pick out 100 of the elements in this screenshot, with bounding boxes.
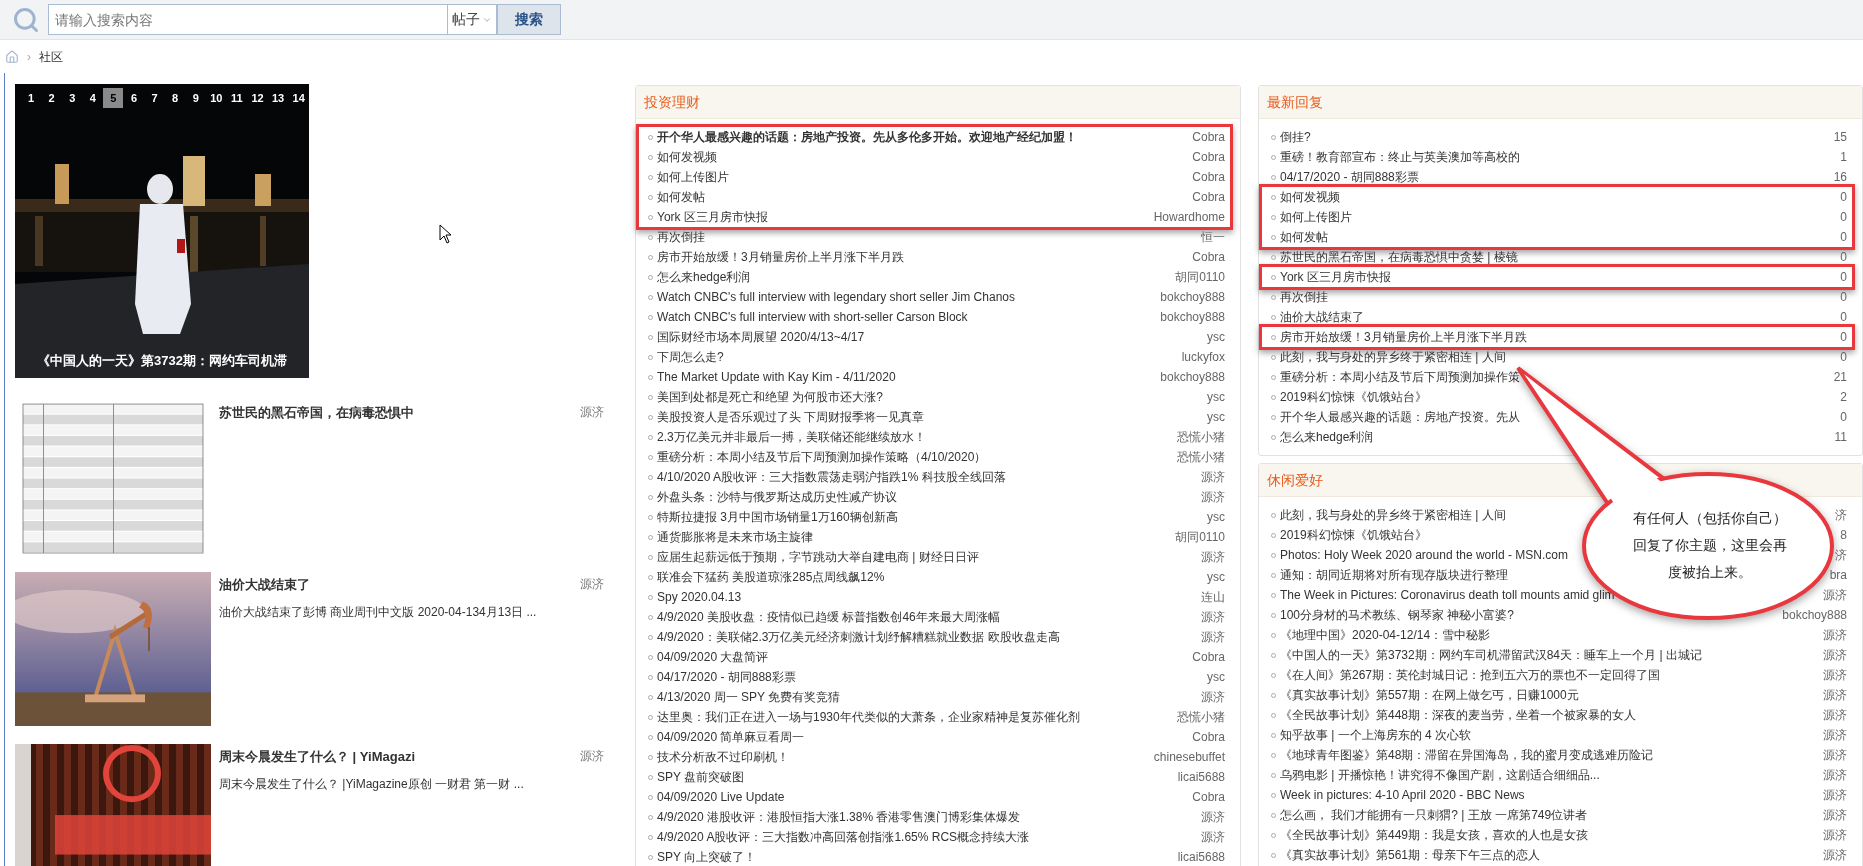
topic-link[interactable]: 2.3万亿美元并非最后一搏，美联储还能继续放水！ bbox=[657, 427, 926, 447]
topic-link[interactable]: 应届生起薪远低于预期，字节跳动大举自建电商 | 财经日日评 bbox=[657, 547, 979, 567]
topic-link[interactable]: 4/9/2020 A股收评：三大指数冲高回落创指涨1.65% RCS概念持续大涨 bbox=[657, 827, 1030, 847]
author-name[interactable]: 8 bbox=[1840, 525, 1847, 545]
topic-link[interactable]: 油价大战结束了 bbox=[1280, 307, 1364, 327]
author-name[interactable]: 源济 bbox=[1823, 685, 1847, 705]
topic-link[interactable]: 开个华人最感兴趣的话题：房地产投资。先从 bbox=[1280, 407, 1520, 427]
scope-dropdown[interactable]: 帖子 bbox=[448, 4, 497, 35]
topic-link[interactable]: 通知：胡同近期将对所有现存版块进行整理 bbox=[1280, 565, 1508, 585]
topic-link[interactable]: York 区三月房市快报 bbox=[1280, 267, 1391, 287]
topic-link[interactable]: 美股投资人是否乐观过了头 下周财报季将一见真章 bbox=[657, 407, 925, 427]
author-name[interactable]: 源济 bbox=[1201, 827, 1225, 847]
author-name[interactable]: Howardhome bbox=[1153, 207, 1225, 227]
topic-link[interactable]: 04/17/2020 - 胡同888彩票 bbox=[1280, 167, 1419, 187]
author-name[interactable]: Cobra bbox=[1192, 147, 1225, 167]
topic-link[interactable]: 4/13/2020 周一 SPY 免费有奖竞猜 bbox=[657, 687, 841, 707]
author-name[interactable]: bokchoy888 bbox=[1160, 287, 1225, 307]
author-name[interactable]: Cobra bbox=[1192, 727, 1225, 747]
search-field[interactable]: 请输入搜索内容 bbox=[48, 4, 448, 35]
author-name[interactable]: 恐慌小猪 bbox=[1177, 707, 1225, 727]
author-name[interactable]: Cobra bbox=[1192, 187, 1225, 207]
slide-page-tab[interactable]: 11 bbox=[226, 88, 247, 108]
author-name[interactable]: bokchoy888 bbox=[1160, 307, 1225, 327]
search-button[interactable]: 搜索 bbox=[497, 4, 561, 35]
topic-link[interactable]: 倒挂? bbox=[1280, 127, 1311, 147]
slide-page-tab[interactable]: 10 bbox=[206, 88, 227, 108]
topic-link[interactable]: 怎么画， 我们才能拥有一只刺猬? | 王放 一席第749位讲者 bbox=[1280, 805, 1588, 825]
topic-link[interactable]: 再次倒挂 bbox=[657, 227, 705, 247]
slide-page-tab[interactable]: 3 bbox=[62, 88, 83, 108]
author-name[interactable]: chinesebuffet bbox=[1153, 747, 1225, 767]
breadcrumb-link[interactable]: 社区 bbox=[39, 47, 63, 66]
author-name[interactable]: bra bbox=[1829, 565, 1847, 585]
topic-link[interactable]: 《全民故事计划》第449期：我是女孩，喜欢的人也是女孩 bbox=[1280, 825, 1589, 845]
topic-link[interactable]: 《中国人的一天》第3732期：网约车司机滞留武汉84天：睡车上一个月 | 出城记 bbox=[1280, 645, 1702, 665]
author-name[interactable]: 源济 bbox=[1823, 825, 1847, 845]
slide-page-tab[interactable]: 12 bbox=[247, 88, 268, 108]
topic-link[interactable]: 特斯拉捷报 3月中国市场销量1万160辆创新高 bbox=[657, 507, 898, 527]
topic-link[interactable]: 技术分析敌不过印刷机！ bbox=[657, 747, 789, 767]
topic-link[interactable]: 04/09/2020 Live Update bbox=[657, 787, 785, 807]
topic-link[interactable]: SPY 盘前突破图 bbox=[657, 767, 745, 787]
topic-link[interactable]: 《地球青年图鉴》第48期：滞留在异国海岛，我的蜜月变成逃难历险记 bbox=[1280, 745, 1654, 765]
topic-link[interactable]: Photos: Holy Week 2020 around the world - MSN.com bbox=[1280, 545, 1568, 565]
topic-link[interactable]: 下周怎么走? bbox=[657, 347, 724, 367]
slide-page-tab[interactable]: 7 bbox=[144, 88, 165, 108]
topic-link[interactable]: 房市开始放缓！3月销量房价上半月涨下半月跌 bbox=[657, 247, 904, 267]
topic-link[interactable]: 《全民故事计划》第448期：深夜的麦当劳，坐着一个被家暴的女人 bbox=[1280, 705, 1637, 725]
author-name[interactable]: 恐慌小猪 bbox=[1177, 447, 1225, 467]
slide-page-tab[interactable]: 8 bbox=[165, 88, 186, 108]
topic-link[interactable]: 04/17/2020 - 胡同888彩票 bbox=[657, 667, 796, 687]
author-name[interactable]: 连山 bbox=[1201, 587, 1225, 607]
topic-link[interactable]: 知乎故事 | 一个上海房东的 4 次心软 bbox=[1280, 725, 1472, 745]
author-name[interactable]: ysc bbox=[1207, 507, 1225, 527]
topic-link[interactable]: 如何发视频 bbox=[657, 147, 717, 167]
topic-link[interactable]: 《地理中国》2020-04-12/14：雪中秘影 bbox=[1280, 625, 1491, 645]
author-name[interactable]: 源济 bbox=[580, 575, 604, 595]
topic-link[interactable]: Week in pictures: 4-10 April 2020 - BBC News bbox=[1280, 785, 1525, 805]
author-name[interactable]: 源济 bbox=[1823, 665, 1847, 685]
topic-link[interactable]: 2019科幻惊悚《饥饿站台》 bbox=[1280, 387, 1427, 407]
topic-link[interactable]: 如何上传图片 bbox=[657, 167, 729, 187]
topic-link[interactable]: York 区三月房市快报 bbox=[657, 207, 768, 227]
topic-link[interactable]: Watch CNBC's full interview with short-seller Carson Block bbox=[657, 307, 968, 327]
author-name[interactable]: 源济 bbox=[1823, 585, 1847, 605]
author-name[interactable]: bokchoy888 bbox=[1160, 367, 1225, 387]
author-name[interactable]: 源济 bbox=[1201, 547, 1225, 567]
topic-link[interactable]: 2019科幻惊悚《饥饿站台》 bbox=[1280, 525, 1427, 545]
topic-link[interactable]: 重磅分析：本周小结及节后下周预测加操作策略（4/10/2020） bbox=[657, 447, 987, 467]
author-name[interactable]: luckyfox bbox=[1181, 347, 1225, 367]
slide-page-tab[interactable]: 9 bbox=[185, 88, 206, 108]
topic-link[interactable]: 4/9/2020 港股收评：港股恒指大涨1.38% 香港零售澳门博彩集体爆发 bbox=[657, 807, 1021, 827]
author-name[interactable]: Cobra bbox=[1192, 127, 1225, 147]
author-name[interactable]: 源济 bbox=[1201, 607, 1225, 627]
topic-link[interactable]: 通货膨胀将是未来市场主旋律 bbox=[657, 527, 813, 547]
topic-link[interactable]: 此刻，我与身处的异乡终于紧密相连 | 人间 bbox=[1280, 505, 1506, 525]
topic-link[interactable]: Watch CNBC's full interview with legendary short seller Jim Chanos bbox=[657, 287, 1015, 307]
topic-link[interactable]: 重磅分析：本周小结及节后下周预测加操作策 bbox=[1280, 367, 1520, 387]
topic-link[interactable]: 达里奥：我们正在进入一场与1930年代类似的大萧条，企业家精神是复苏催化剂 bbox=[657, 707, 1080, 727]
slide-page-tab[interactable]: 4 bbox=[82, 88, 103, 108]
author-name[interactable]: ysc bbox=[1207, 327, 1225, 347]
topic-link[interactable]: 04/09/2020 简单麻豆看周一 bbox=[657, 727, 805, 747]
topic-link[interactable]: 如何上传图片 bbox=[1280, 207, 1352, 227]
author-name[interactable]: licai5688 bbox=[1177, 847, 1225, 866]
topic-link[interactable]: 怎么来hedge利润 bbox=[1280, 427, 1374, 447]
slide-caption[interactable]: 《中国人的一天》第3732期：网约车司机滞 bbox=[37, 350, 287, 370]
author-name[interactable]: 济 bbox=[1835, 545, 1847, 565]
topic-link[interactable]: 此刻，我与身处的异乡终于紧密相连 | 人间 bbox=[1280, 347, 1506, 367]
topic-link[interactable]: 房市开始放缓！3月销量房价上半月涨下半月跌 bbox=[1280, 327, 1527, 347]
topic-link[interactable]: 苏世民的黑石帝国，在病毒恐惧中贪婪 | 棱镜 bbox=[1280, 247, 1518, 267]
topic-link[interactable]: SPY 向上突破了！ bbox=[657, 847, 757, 866]
author-name[interactable]: 源济 bbox=[580, 403, 604, 423]
topic-link[interactable]: 怎么来hedge利润 bbox=[657, 267, 751, 287]
topic-link[interactable]: 联准会下猛药 美股道琼涨285点周线飙12% bbox=[657, 567, 885, 587]
author-name[interactable]: 胡同0110 bbox=[1175, 267, 1225, 287]
author-name[interactable]: 恐慌小猪 bbox=[1177, 427, 1225, 447]
author-name[interactable]: 源济 bbox=[1201, 467, 1225, 487]
author-name[interactable]: 源济 bbox=[1201, 807, 1225, 827]
topic-link[interactable]: 如何发帖 bbox=[1280, 227, 1328, 247]
author-name[interactable]: 源济 bbox=[1201, 627, 1225, 647]
topic-link[interactable]: 国际财经市场本周展望 2020/4/13~4/17 bbox=[657, 327, 865, 347]
home-icon[interactable] bbox=[5, 49, 19, 64]
author-name[interactable]: ysc bbox=[1207, 387, 1225, 407]
